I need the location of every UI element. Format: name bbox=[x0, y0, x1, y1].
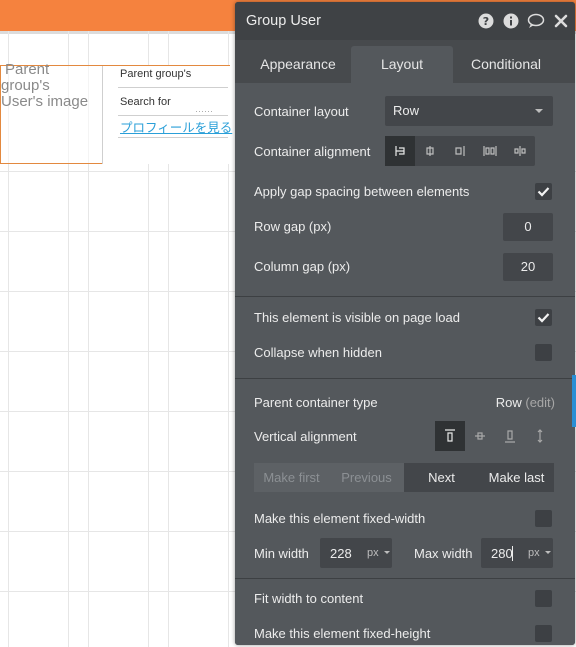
parent-container-edit-link[interactable]: (edit) bbox=[525, 395, 555, 410]
min-width-input[interactable]: 228 px bbox=[320, 538, 392, 568]
container-layout-dropdown[interactable]: Row bbox=[385, 96, 553, 126]
previous-button[interactable]: Previous bbox=[329, 463, 404, 492]
section-divider bbox=[235, 578, 575, 579]
make-first-button[interactable]: Make first bbox=[254, 463, 329, 492]
close-icon[interactable] bbox=[553, 13, 569, 29]
user-image-placeholder[interactable]: Parent group's User's image bbox=[1, 62, 101, 110]
valign-bottom-icon bbox=[505, 430, 515, 443]
align-left-icon bbox=[395, 146, 405, 156]
row-gap-label: Row gap (px) bbox=[254, 219, 332, 234]
space-around-icon bbox=[514, 146, 526, 156]
max-width-unit[interactable]: px bbox=[528, 547, 540, 559]
apply-gap-checkbox[interactable] bbox=[535, 183, 552, 200]
parent-container-type-value: Row (edit) bbox=[496, 395, 555, 410]
column-gap-label: Column gap (px) bbox=[254, 259, 351, 274]
visible-on-load-label: This element is visible on page load bbox=[254, 310, 460, 325]
parent-container-type-text: Row bbox=[495, 395, 522, 410]
help-icon[interactable]: ? bbox=[478, 13, 494, 29]
parent-container-type-label: Parent container type bbox=[254, 395, 378, 410]
vertical-alignment-label: Vertical alignment bbox=[254, 429, 357, 444]
info-icon[interactable] bbox=[503, 13, 519, 29]
space-between-button[interactable] bbox=[475, 136, 505, 166]
image-placeholder-line: User's image bbox=[1, 93, 89, 110]
valign-bottom-button[interactable] bbox=[495, 421, 525, 451]
space-around-button[interactable] bbox=[505, 136, 535, 166]
align-right-icon bbox=[455, 146, 465, 156]
valign-stretch-icon bbox=[537, 429, 543, 443]
fit-width-checkbox[interactable] bbox=[535, 590, 552, 607]
fixed-width-checkbox[interactable] bbox=[535, 510, 552, 527]
search-for-text[interactable]: Search for bbox=[120, 96, 171, 108]
row-gap-value: 0 bbox=[524, 219, 532, 234]
parent-group-text[interactable]: Parent group's bbox=[120, 68, 191, 80]
canvas-scrollbar[interactable] bbox=[572, 375, 576, 427]
property-editor-panel: Group User ? Appearance Layout Condition… bbox=[235, 2, 575, 645]
chevron-down-icon bbox=[545, 551, 551, 554]
comment-icon[interactable] bbox=[527, 13, 545, 29]
column-gap-input[interactable]: 20 bbox=[503, 253, 553, 281]
fixed-width-label: Make this element fixed-width bbox=[254, 511, 426, 526]
panel-header: Group User ? bbox=[235, 2, 575, 40]
space-between-icon bbox=[483, 146, 497, 156]
section-divider bbox=[235, 296, 575, 297]
min-width-label: Min width bbox=[254, 546, 309, 561]
apply-gap-label: Apply gap spacing between elements bbox=[254, 184, 470, 199]
valign-top-icon bbox=[445, 429, 455, 442]
valign-center-icon bbox=[475, 432, 485, 440]
min-width-unit[interactable]: px bbox=[367, 547, 379, 559]
make-last-button[interactable]: Make last bbox=[479, 463, 554, 492]
panel-title: Group User bbox=[246, 13, 321, 29]
align-center-button[interactable] bbox=[415, 136, 445, 166]
valign-stretch-button[interactable] bbox=[525, 421, 555, 451]
column-gap-value: 20 bbox=[520, 259, 536, 274]
visible-on-load-checkbox[interactable] bbox=[535, 309, 552, 326]
valign-center-button[interactable] bbox=[465, 421, 495, 451]
align-left-button[interactable] bbox=[385, 136, 415, 166]
next-button[interactable]: Next bbox=[404, 463, 479, 492]
min-width-value: 228 bbox=[330, 546, 352, 561]
checkmark-icon bbox=[537, 313, 550, 323]
collapse-hidden-label: Collapse when hidden bbox=[254, 345, 382, 360]
row-gap-input[interactable]: 0 bbox=[503, 213, 553, 241]
container-layout-label: Container layout bbox=[254, 104, 349, 119]
collapse-hidden-checkbox[interactable] bbox=[535, 344, 552, 361]
text-cursor bbox=[512, 546, 513, 561]
row-divider bbox=[118, 115, 228, 116]
max-width-label: Max width bbox=[414, 546, 473, 561]
align-right-button[interactable] bbox=[445, 136, 475, 166]
container-alignment-control bbox=[385, 136, 535, 166]
image-placeholder-line: group's bbox=[1, 77, 50, 94]
align-center-icon bbox=[426, 146, 434, 156]
profile-link[interactable]: プロフィールを見る bbox=[120, 117, 232, 136]
tab-layout[interactable]: Layout bbox=[351, 46, 453, 83]
chevron-down-icon bbox=[384, 551, 390, 554]
max-width-value: 280 bbox=[491, 546, 513, 561]
layout-tab-content: Container layout Row Container alignment bbox=[235, 83, 575, 645]
svg-text:?: ? bbox=[483, 15, 489, 28]
image-placeholder-line: Parent bbox=[5, 61, 50, 78]
tab-appearance[interactable]: Appearance bbox=[243, 46, 353, 83]
container-alignment-label: Container alignment bbox=[254, 144, 371, 159]
fixed-height-label: Make this element fixed-height bbox=[254, 626, 431, 641]
fit-width-label: Fit width to content bbox=[254, 591, 364, 606]
tab-conditional[interactable]: Conditional bbox=[451, 46, 561, 83]
element-order-buttons: Make first Previous Next Make last bbox=[254, 463, 554, 492]
row-divider bbox=[118, 87, 228, 88]
checkmark-icon bbox=[537, 187, 550, 197]
container-layout-value: Row bbox=[393, 103, 420, 118]
vertical-alignment-control bbox=[435, 421, 553, 451]
chevron-down-icon bbox=[535, 109, 543, 113]
panel-tabs: Appearance Layout Conditional bbox=[235, 46, 575, 83]
section-divider bbox=[235, 378, 575, 379]
valign-top-button[interactable] bbox=[435, 421, 465, 451]
fixed-height-checkbox[interactable] bbox=[535, 625, 552, 642]
max-width-input[interactable]: 280 px bbox=[481, 538, 553, 568]
row-divider bbox=[118, 137, 228, 138]
